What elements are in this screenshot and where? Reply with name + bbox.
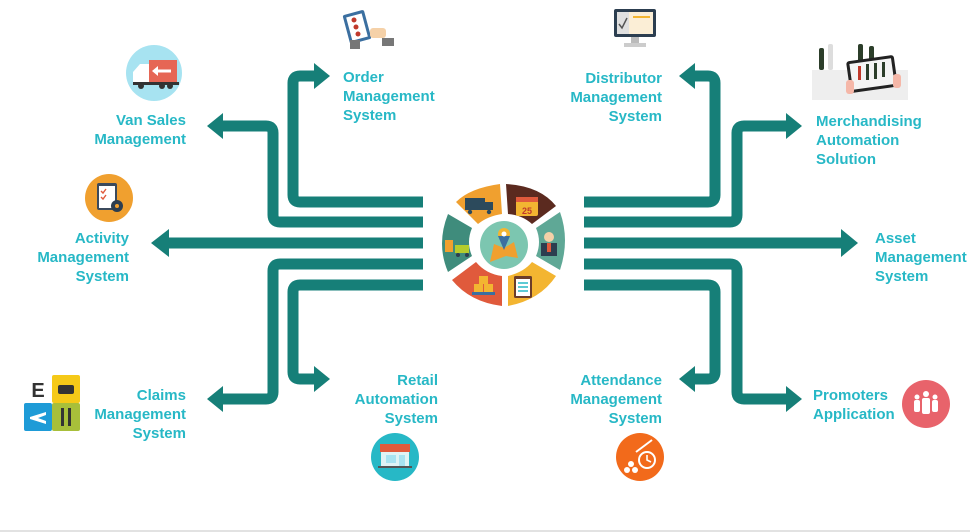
tablet-bottles-icon — [812, 44, 908, 100]
expense-letter: E — [31, 380, 44, 402]
van-truck-icon — [126, 45, 182, 101]
clipboard-gear-icon — [85, 174, 133, 222]
arrows-layer: .arr { fill: none; stroke: #167f78; stro… — [24, 9, 950, 481]
label-claims-management-system: Claims Management System — [94, 387, 186, 442]
label-activity-management-system: Activity Management System — [37, 230, 129, 285]
arrow-to-activity-management — [151, 229, 423, 257]
calendar-day: 25 — [522, 206, 532, 216]
calendar-icon: 25 — [516, 197, 538, 216]
label-attendance-management-system: Attendance Management System — [570, 372, 662, 427]
label-asset-management-system: Asset Management System — [875, 230, 967, 285]
order-clipboard-icon — [342, 10, 394, 49]
storefront-icon — [371, 433, 419, 481]
label-merchandising-automation-solution: Merchandising Automation Solution — [816, 113, 922, 168]
label-retail-automation-system: Retail Automation System — [354, 372, 438, 427]
central-hub: 25 — [442, 184, 565, 306]
checklist-clipboard-icon — [514, 276, 532, 298]
label-promoters-application: Promoters Application — [813, 387, 895, 423]
attendance-clock-icon — [616, 433, 664, 481]
monitor-checkmark-icon — [614, 9, 656, 47]
arrow-to-asset-management — [584, 229, 858, 257]
label-van-sales-management: Van Sales Management — [94, 112, 186, 148]
diagram-canvas: .arr { fill: none; stroke: #167f78; stro… — [0, 0, 970, 532]
label-distributor-management-system: Distributor Management System — [570, 70, 662, 125]
label-order-management-system: Order Management System — [343, 69, 435, 124]
